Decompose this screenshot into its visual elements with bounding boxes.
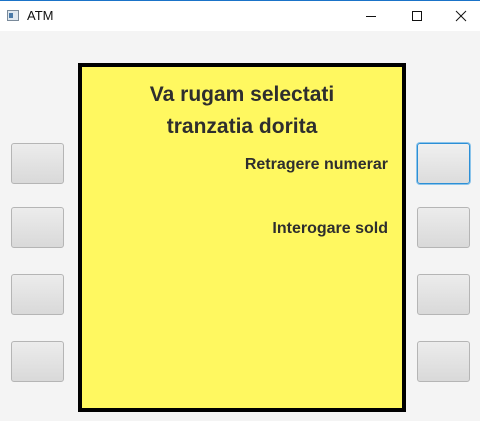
- screen-title: Va rugam selectati tranzatia dorita: [82, 79, 402, 143]
- left-button-4[interactable]: [11, 341, 64, 382]
- screen-title-line-1: Va rugam selectati: [149, 83, 335, 106]
- screen-title-line-2: tranzatia dorita: [166, 115, 318, 138]
- option-cash-withdrawal: Retragere numerar: [244, 156, 388, 173]
- app-icon: [7, 10, 19, 21]
- window-title: ATM: [27, 8, 54, 23]
- left-button-3[interactable]: [11, 274, 64, 315]
- close-icon: [455, 10, 467, 22]
- right-button-2[interactable]: [417, 207, 470, 248]
- atm-screen: Va rugam selectati tranzatia dorita Retr…: [78, 63, 406, 412]
- right-button-4[interactable]: [417, 341, 470, 382]
- title-bar: ATM: [0, 0, 480, 31]
- option-balance-inquiry: Interogare sold: [272, 220, 388, 237]
- maximize-button[interactable]: [394, 1, 440, 31]
- right-button-1[interactable]: [417, 143, 470, 184]
- left-button-1[interactable]: [11, 143, 64, 184]
- close-button[interactable]: [438, 1, 480, 31]
- minimize-button[interactable]: [348, 1, 394, 31]
- left-button-2[interactable]: [11, 207, 64, 248]
- right-button-3[interactable]: [417, 274, 470, 315]
- minimize-icon: [366, 16, 376, 17]
- maximize-icon: [412, 11, 422, 21]
